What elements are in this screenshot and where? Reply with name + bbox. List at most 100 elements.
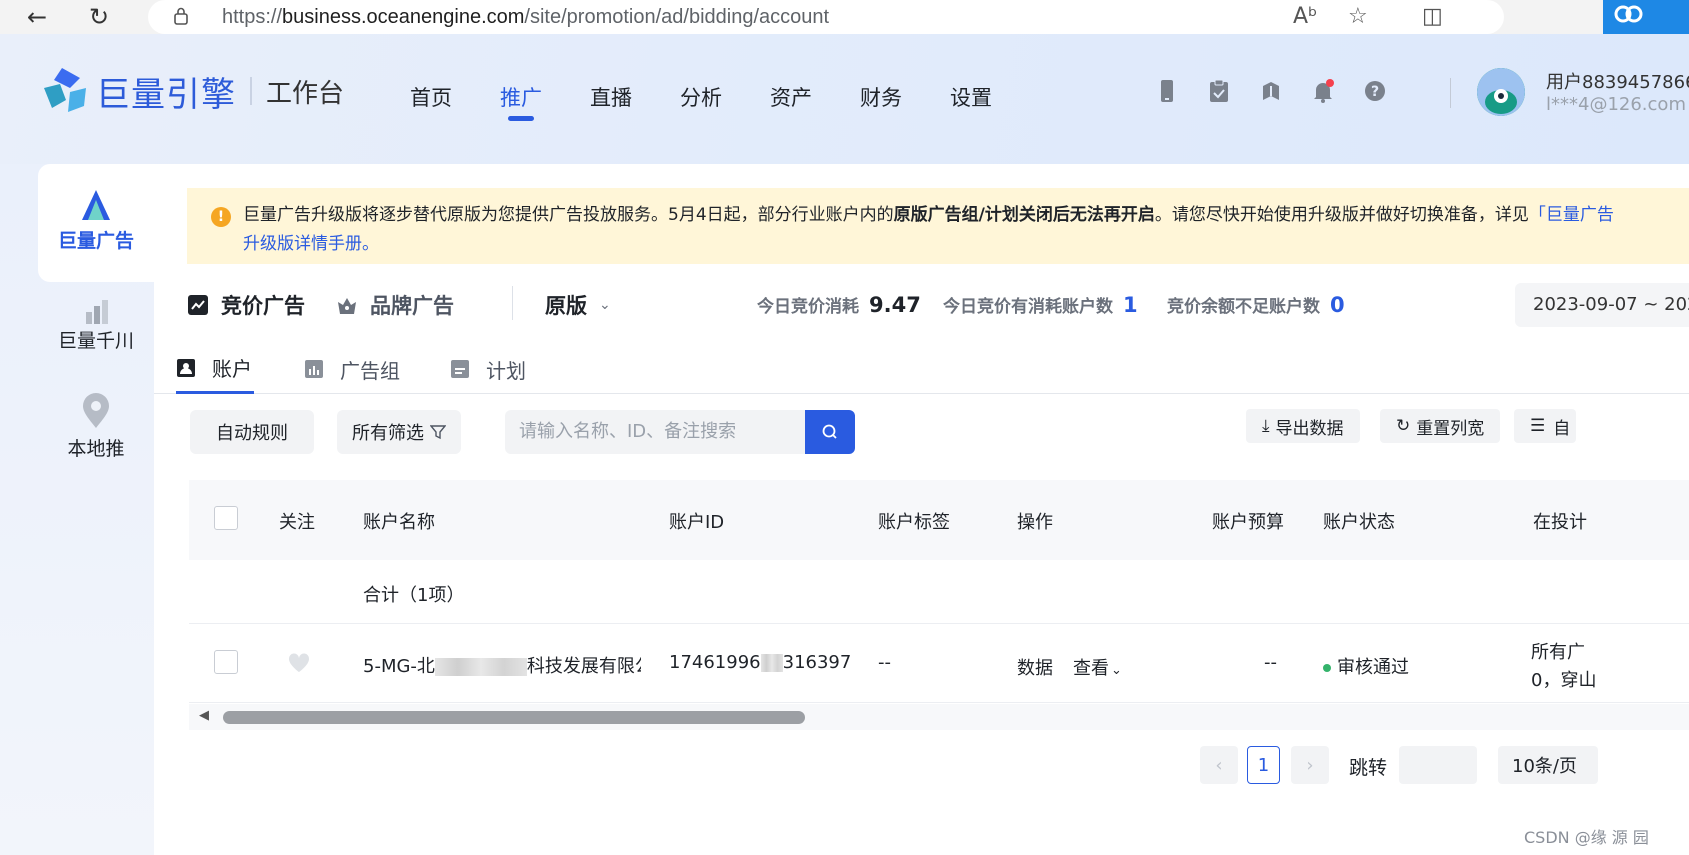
account-id-cell: 17461996 316397 [669, 652, 852, 673]
logo-divider [250, 77, 252, 105]
notice-manual-link-cont[interactable]: 升级版详情手册。 [243, 229, 379, 254]
sidebar-item-label: 本地推 [67, 438, 125, 460]
col-account-name[interactable]: 账户名称 [363, 508, 435, 534]
col-in-delivery[interactable]: 在投计 [1533, 508, 1587, 534]
user-name[interactable]: 用户8839457866 [1546, 68, 1689, 94]
redacted-block [760, 654, 783, 672]
tab-brand-ads[interactable]: 品牌广告 [336, 290, 454, 320]
bar-group-icon [305, 360, 323, 378]
next-page-button[interactable]: › [1291, 746, 1329, 784]
notification-bell-icon[interactable] [1311, 78, 1335, 104]
search-button[interactable] [805, 410, 855, 454]
nav-assets[interactable]: 资产 [770, 82, 860, 112]
watermark: CSDN @缘 源 园 [1524, 828, 1649, 847]
data-link[interactable]: 数据 [1017, 654, 1053, 680]
jump-page-input[interactable] [1399, 746, 1477, 784]
sidebar-item-local-push[interactable]: 本地推 [38, 390, 154, 508]
row-checkbox[interactable] [214, 650, 238, 674]
summary-row: 合计（1项） [189, 560, 1689, 624]
help-icon[interactable]: ? [1363, 78, 1387, 104]
status-cell: 审核通过 [1323, 653, 1409, 679]
extension-icon[interactable] [1603, 0, 1689, 34]
reset-column-width-button[interactable]: ↻ 重置列宽 [1380, 409, 1501, 443]
address-bar[interactable]: https://business.oceanengine.com/site/pr… [148, 0, 1504, 34]
in-delivery-cell-line2: 0，穿山 [1531, 670, 1597, 691]
nav-live[interactable]: 直播 [590, 82, 680, 112]
type-divider [512, 286, 513, 320]
budget-cell: -- [1264, 652, 1277, 673]
search-icon [822, 424, 837, 439]
download-icon: ⤓ [1262, 416, 1270, 436]
chevron-down-icon: ⌄ [599, 297, 611, 313]
auto-rule-button[interactable]: 自动规则 [190, 410, 314, 454]
search-input[interactable] [505, 410, 805, 454]
tab-plan[interactable]: 计划 [450, 344, 526, 394]
plan-doc-icon [451, 360, 469, 378]
ad-platform-icon [82, 190, 110, 220]
mobile-icon[interactable] [1155, 78, 1179, 104]
page-number-current[interactable]: 1 [1247, 746, 1280, 784]
sidebar-item-ocean-ads[interactable]: 巨量广告 [38, 164, 154, 282]
page-size-select[interactable]: 10条/页 [1498, 746, 1598, 784]
nav-home[interactable]: 首页 [410, 82, 500, 112]
header-tools: ? [1155, 78, 1387, 104]
user-email: l***4@126.com [1546, 94, 1686, 115]
top-nav: 首页 推广 直播 分析 资产 财务 设置 [410, 82, 1040, 112]
notice-line-1: 巨量广告升级版将逐步替代原版为您提供广告投放服务。5月4日起，部分行业账户内的原… [243, 205, 1614, 225]
level-tabs: 账户 广告组 计划 [154, 344, 1689, 394]
tab-bidding-ads[interactable]: 竞价广告 [187, 290, 305, 320]
sidebar-item-qianchuan[interactable]: 巨量千川 [38, 282, 154, 400]
oceanengine-logo-icon [44, 68, 86, 112]
nav-promotion[interactable]: 推广 [500, 82, 590, 112]
brand-logo[interactable]: 巨量引擎 工作台 [40, 66, 344, 116]
back-arrow-icon[interactable]: ← [22, 2, 52, 32]
notice-manual-link[interactable]: 「巨量广告 [1529, 205, 1614, 225]
prev-page-button[interactable]: ‹ [1200, 746, 1238, 784]
tab-ad-group[interactable]: 广告组 [304, 344, 400, 394]
col-account-tag[interactable]: 账户标签 [878, 508, 950, 534]
heart-icon[interactable] [288, 653, 310, 673]
location-pin-icon [83, 393, 109, 428]
svg-text:?: ? [1371, 84, 1379, 100]
table-row: 5-MG-北科技发展有限公司 17461996316397 -- 数据 查看⌄ … [189, 625, 1689, 703]
col-follow: 关注 [279, 512, 315, 533]
refresh-icon[interactable]: ↻ [84, 2, 114, 32]
split-screen-icon[interactable]: ◫ [1422, 4, 1443, 29]
col-actions: 操作 [1017, 512, 1053, 533]
workspace-label: 工作台 [266, 78, 345, 109]
chevron-down-icon: ⌄ [1111, 663, 1122, 678]
academy-icon[interactable] [1259, 78, 1283, 104]
scrollbar-thumb[interactable] [223, 711, 805, 724]
nav-settings[interactable]: 设置 [950, 82, 1040, 112]
col-budget[interactable]: 账户预算 [1212, 508, 1284, 534]
tab-account[interactable]: 账户 [176, 344, 254, 394]
line-chart-icon [188, 295, 208, 315]
horizontal-scrollbar[interactable]: ◀ [189, 704, 1689, 730]
read-aloud-icon[interactable]: Aᵇ [1293, 4, 1317, 29]
export-data-button[interactable]: ⤓ 导出数据 [1246, 409, 1360, 443]
jump-label: 跳转 [1349, 757, 1388, 779]
select-all-checkbox[interactable] [214, 506, 238, 530]
version-select[interactable]: 原版 ⌄ [545, 290, 611, 320]
favorite-star-icon[interactable]: ☆ [1348, 4, 1368, 29]
view-dropdown[interactable]: 查看 ⌄ [1073, 654, 1122, 680]
date-range-picker[interactable]: 2023-09-07 ~ 2023-0 [1515, 283, 1689, 327]
custom-columns-button[interactable]: ☰ 自 [1514, 409, 1577, 443]
account-name-cell[interactable]: 5-MG-北科技发展有限公司 [363, 652, 641, 678]
col-status[interactable]: 账户状态 [1323, 508, 1395, 534]
all-filters-button[interactable]: 所有筛选 [337, 410, 461, 454]
col-account-id[interactable]: 账户ID [669, 508, 724, 534]
summary-label: 合计（1项） [363, 585, 465, 606]
list-icon: ☰ [1530, 416, 1546, 436]
nav-finance[interactable]: 财务 [860, 82, 950, 112]
stat-active-accounts: 今日竞价有消耗账户数 1 [943, 293, 1138, 317]
scroll-left-icon[interactable]: ◀ [199, 708, 209, 723]
nav-analysis[interactable]: 分析 [680, 82, 770, 112]
sidebar-item-label: 巨量广告 [57, 230, 134, 252]
redacted-block [434, 658, 527, 676]
clipboard-check-icon[interactable] [1207, 78, 1231, 104]
filter-funnel-icon [430, 425, 446, 440]
upgrade-notice-banner: ! 巨量广告升级版将逐步替代原版为您提供广告投放服务。5月4日起，部分行业账户内… [187, 188, 1689, 264]
stat-today-cost: 今日竞价消耗 9.47 [757, 293, 921, 317]
avatar[interactable] [1477, 68, 1525, 116]
